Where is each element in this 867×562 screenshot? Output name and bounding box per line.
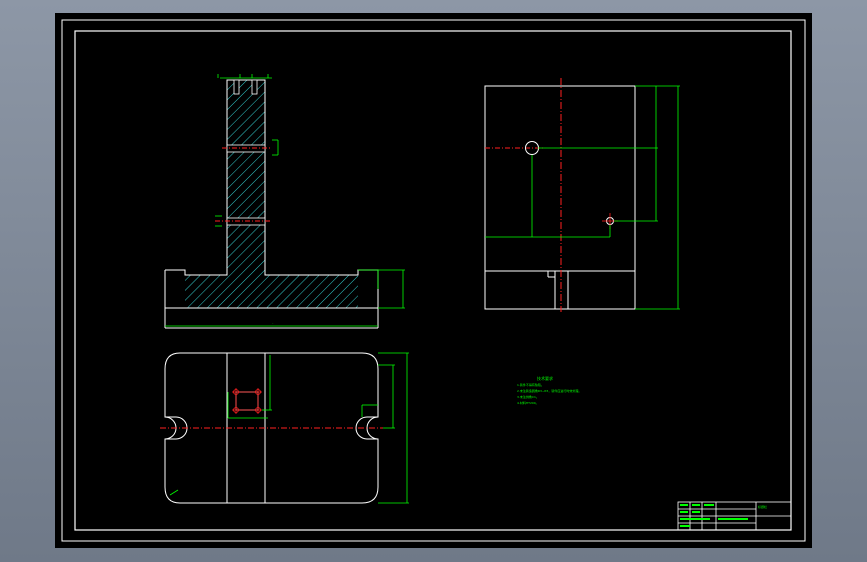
drawing-sheet bbox=[55, 13, 812, 548]
top-slot-left bbox=[233, 79, 240, 95]
cad-viewport[interactable]: · 技术要求 1.铸件不得有缺陷。 2.未注铸造圆角R3~R5，铸件应进行时效处… bbox=[0, 0, 867, 562]
svg-text:·: · bbox=[272, 321, 274, 325]
section-hatch-base bbox=[185, 275, 358, 308]
technical-notes: 技术要求 1.铸件不得有缺陷。 2.未注铸造圆角R3~R5，铸件应进行时效处理。… bbox=[517, 376, 627, 406]
top-slot-right bbox=[251, 79, 258, 95]
section-hatch-column bbox=[227, 80, 265, 275]
notes-line-4: 4.材料HT200。 bbox=[517, 401, 539, 405]
cad-drawing-sheet: · bbox=[55, 13, 812, 548]
title-block-label: 标题栏 bbox=[758, 505, 768, 509]
